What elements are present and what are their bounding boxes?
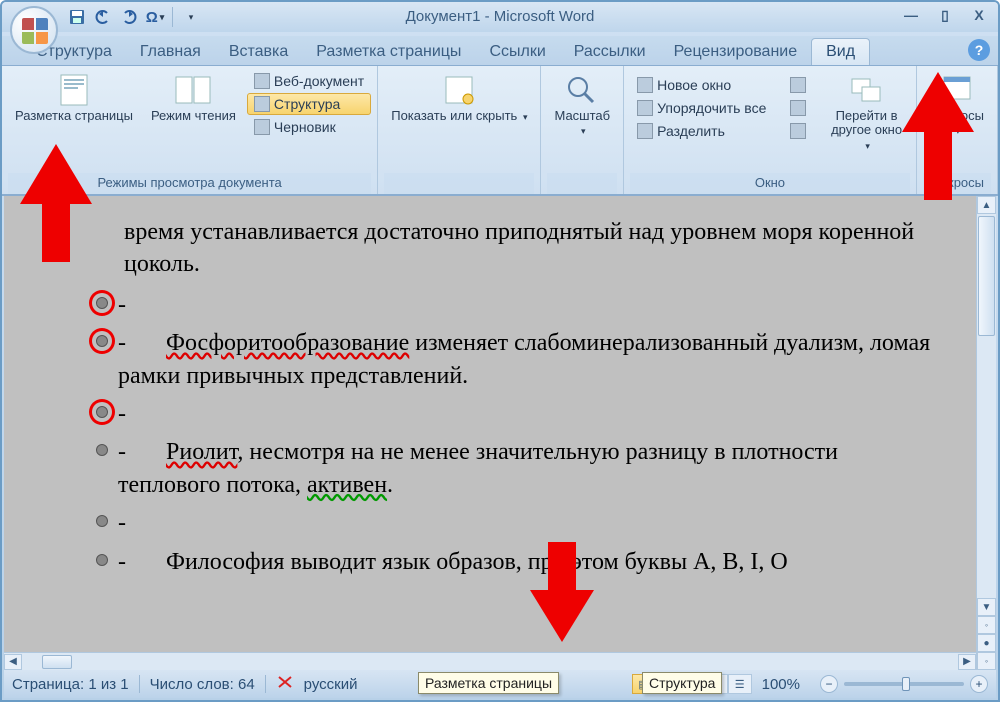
- zoom-track[interactable]: [844, 682, 964, 686]
- draft-icon: [254, 119, 270, 135]
- status-zoom[interactable]: 100%: [762, 676, 800, 693]
- scroll-down-icon[interactable]: ▼: [977, 598, 996, 616]
- outline-item: -: [124, 289, 946, 321]
- zoom-knob[interactable]: [902, 677, 910, 691]
- status-words[interactable]: Число слов: 64: [150, 676, 255, 693]
- tooltip-print-layout: Разметка страницы: [418, 672, 559, 694]
- ribbon: Разметка страницы Режим чтения Веб-докум…: [2, 66, 998, 196]
- status-language[interactable]: русский: [304, 676, 358, 693]
- undo-icon[interactable]: [92, 6, 114, 28]
- print-layout-label: Разметка страницы: [15, 109, 133, 123]
- reading-layout-label: Режим чтения: [151, 109, 236, 123]
- titlebar: Ω▾ ▾ Документ1 - Microsoft Word — ▯ X: [2, 2, 998, 32]
- outline-bullet-icon[interactable]: [96, 554, 108, 566]
- redo-icon[interactable]: [118, 6, 140, 28]
- outline-item: -Философия выводит язык образов, при это…: [124, 546, 946, 578]
- scroll-left-icon[interactable]: ◀: [4, 654, 22, 670]
- scroll-right-icon[interactable]: ▶: [958, 654, 976, 670]
- resetpos-button[interactable]: [783, 120, 813, 142]
- tab-mailings[interactable]: Рассылки: [560, 39, 660, 65]
- zoom-in-button[interactable]: +: [970, 675, 988, 693]
- outline-bullet-icon[interactable]: [96, 444, 108, 456]
- draft-view-button[interactable]: Черновик: [247, 116, 371, 138]
- next-page-icon[interactable]: ◦: [977, 652, 996, 670]
- qat-customize-icon[interactable]: ▾: [179, 6, 201, 28]
- outline-item: -: [124, 398, 946, 430]
- outline-bullet-icon[interactable]: [96, 515, 108, 527]
- tab-review[interactable]: Рецензирование: [660, 39, 812, 65]
- symbol-icon[interactable]: Ω▾: [144, 6, 166, 28]
- quick-access-toolbar: Ω▾ ▾: [66, 6, 201, 28]
- web-layout-button[interactable]: Веб-документ: [247, 70, 371, 92]
- sidebyside-button[interactable]: [783, 74, 813, 96]
- zoom-slider: − +: [820, 675, 988, 693]
- save-icon[interactable]: [66, 6, 88, 28]
- print-layout-button[interactable]: Разметка страницы: [8, 70, 140, 126]
- minimize-button[interactable]: —: [898, 6, 924, 24]
- hscroll-thumb[interactable]: [42, 655, 72, 669]
- horizontal-scrollbar[interactable]: ◀ ▶: [4, 652, 976, 670]
- vertical-scrollbar[interactable]: ▲ ▼ ◦ ● ◦: [976, 196, 996, 670]
- outline-bullet-icon[interactable]: [96, 335, 108, 347]
- newwin-icon: [637, 77, 653, 93]
- tab-home[interactable]: Главная: [126, 39, 215, 65]
- close-button[interactable]: X: [966, 6, 992, 24]
- split-button[interactable]: Разделить: [630, 120, 773, 142]
- tab-insert[interactable]: Вставка: [215, 39, 302, 65]
- outline-item: -Фосфоритообразование изменяет слабомине…: [124, 327, 946, 392]
- status-page[interactable]: Страница: 1 из 1: [12, 676, 129, 693]
- proofing-icon[interactable]: [276, 674, 294, 694]
- zoom-out-button[interactable]: −: [820, 675, 838, 693]
- paragraph: время устанавливается достаточно приподн…: [124, 216, 946, 281]
- document-content[interactable]: время устанавливается достаточно приподн…: [4, 196, 976, 670]
- outline-view-button[interactable]: Структура: [247, 93, 371, 115]
- tab-pagelayout[interactable]: Разметка страницы: [302, 39, 475, 65]
- zoom-button[interactable]: Масштаб▾: [547, 70, 617, 141]
- globe-icon: [254, 73, 270, 89]
- office-button[interactable]: [10, 6, 58, 54]
- arrange-all-button[interactable]: Упорядочить все: [630, 97, 773, 119]
- outline-bullet-icon[interactable]: [96, 297, 108, 309]
- tab-view[interactable]: Вид: [811, 38, 870, 65]
- ribbon-tabs: Структура Главная Вставка Разметка стран…: [2, 36, 998, 66]
- show-hide-button[interactable]: Показать или скрыть ▾: [384, 70, 534, 126]
- arrange-icon: [637, 100, 653, 116]
- outline-bullet-icon[interactable]: [96, 406, 108, 418]
- prev-page-icon[interactable]: ◦: [977, 616, 996, 634]
- tab-references[interactable]: Ссылки: [475, 39, 559, 65]
- reading-layout-button[interactable]: Режим чтения: [144, 70, 243, 126]
- group-label-window: Окно: [630, 173, 910, 194]
- browse-object-icon[interactable]: ●: [977, 634, 996, 652]
- scroll-thumb[interactable]: [978, 216, 995, 336]
- document-area: время устанавливается достаточно приподн…: [4, 196, 996, 670]
- new-window-button[interactable]: Новое окно: [630, 74, 773, 96]
- outline-item: -Риолит, несмотря на не менее значительн…: [124, 436, 946, 501]
- scroll-up-icon[interactable]: ▲: [977, 196, 996, 214]
- outline-item: -: [124, 507, 946, 539]
- outline-icon: [254, 96, 270, 112]
- switch-window-button[interactable]: Перейти в другое окно ▾: [823, 70, 909, 155]
- help-button[interactable]: ?: [968, 39, 990, 61]
- maximize-button[interactable]: ▯: [932, 6, 958, 24]
- split-icon: [637, 123, 653, 139]
- draft-viewbtn[interactable]: ☰: [728, 674, 752, 694]
- tooltip-outline: Структура: [642, 672, 722, 694]
- syncscroll-button[interactable]: [783, 97, 813, 119]
